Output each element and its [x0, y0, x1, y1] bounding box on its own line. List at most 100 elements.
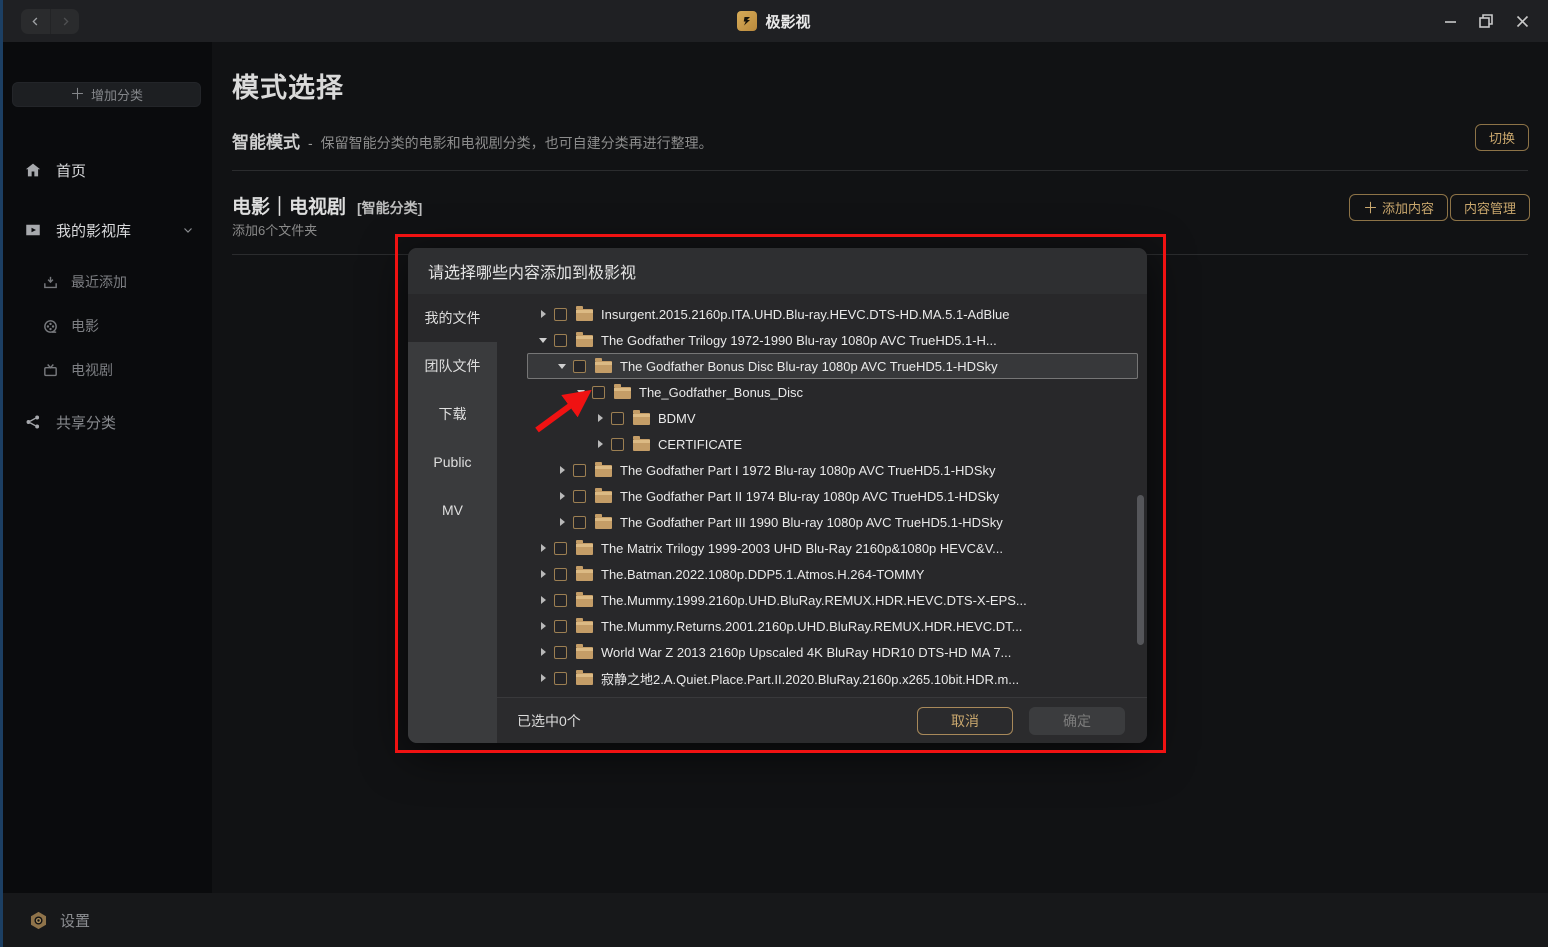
dialog-tab[interactable]: Public [408, 438, 497, 486]
tree-checkbox[interactable] [554, 334, 567, 347]
expand-toggle-icon[interactable] [556, 464, 568, 476]
tree-checkbox[interactable] [554, 620, 567, 633]
dialog-tab[interactable]: MV [408, 486, 497, 534]
plus-icon: ＋ [1363, 197, 1378, 218]
tree-checkbox[interactable] [611, 412, 624, 425]
tree-row[interactable]: World War Z 2013 2160p Upscaled 4K BluRa… [497, 639, 1147, 665]
sidebar-item-label: 电影 [71, 316, 99, 336]
expand-toggle-icon[interactable] [537, 594, 549, 606]
tree-row-label: The Godfather Part I 1972 Blu-ray 1080p … [620, 463, 996, 478]
scrollbar-thumb[interactable] [1137, 495, 1144, 645]
sidebar-item[interactable]: 最近添加 [0, 260, 212, 304]
cancel-button[interactable]: 取消 [917, 707, 1013, 735]
tree-row[interactable]: The Godfather Part II 1974 Blu-ray 1080p… [497, 483, 1147, 509]
folder-icon [595, 491, 612, 503]
switch-mode-button[interactable]: 切换 [1475, 124, 1529, 151]
add-category-button[interactable]: ＋ 增加分类 [12, 82, 201, 107]
selected-count: 已选中0个 [517, 711, 581, 731]
chevron-left-icon [29, 15, 42, 28]
tree-row[interactable]: Insurgent.2015.2160p.ITA.UHD.Blu-ray.HEV… [497, 301, 1147, 327]
folder-icon [595, 517, 612, 529]
expand-toggle-icon[interactable] [537, 542, 549, 554]
close-button[interactable] [1504, 0, 1540, 42]
expand-toggle-icon[interactable] [537, 334, 549, 346]
tree-checkbox[interactable] [592, 386, 605, 399]
sidebar-item[interactable]: 电影 [0, 304, 212, 348]
sidebar-item-icon [24, 161, 42, 179]
folder-icon [576, 673, 593, 685]
tree-row-label: 寂静之地2.A.Quiet.Place.Part.II.2020.BluRay.… [601, 669, 1019, 688]
tree-checkbox[interactable] [573, 490, 586, 503]
folder-icon [633, 413, 650, 425]
minimize-button[interactable] [1432, 0, 1468, 42]
tree-row[interactable]: BDMV [497, 405, 1147, 431]
sidebar-item-icon [24, 413, 42, 431]
tree-row-label: The.Batman.2022.1080p.DDP5.1.Atmos.H.264… [601, 567, 924, 582]
expand-toggle-icon[interactable] [556, 490, 568, 502]
tree-checkbox[interactable] [573, 516, 586, 529]
expand-toggle-icon[interactable] [537, 620, 549, 632]
sidebar-item[interactable]: 首页 [0, 140, 212, 200]
add-content-dialog: 请选择哪些内容添加到极影视 我的文件 团队文件 下载 [408, 248, 1147, 743]
expand-toggle-icon[interactable] [537, 568, 549, 580]
content-manage-button[interactable]: 内容管理 [1450, 194, 1530, 221]
tree-row[interactable]: The Godfather Trilogy 1972-1990 Blu-ray … [497, 327, 1147, 353]
tree-row-label: The_Godfather_Bonus_Disc [639, 385, 803, 400]
restore-button[interactable] [1468, 0, 1504, 42]
forward-button[interactable] [50, 9, 79, 34]
tree-checkbox[interactable] [554, 672, 567, 685]
confirm-button[interactable]: 确定 [1029, 707, 1125, 735]
page-title: 模式选择 [232, 66, 344, 105]
tree-checkbox[interactable] [554, 646, 567, 659]
tree-checkbox[interactable] [611, 438, 624, 451]
tree-row[interactable]: The.Batman.2022.1080p.DDP5.1.Atmos.H.264… [497, 561, 1147, 587]
tree-row[interactable]: The Matrix Trilogy 1999-2003 UHD Blu-Ray… [497, 535, 1147, 561]
chevron-right-icon [59, 15, 72, 28]
sidebar-item[interactable]: 共享分类 [0, 392, 212, 452]
expand-toggle-icon[interactable] [537, 646, 549, 658]
app-window: 极影视 ＋ 增加分类 首页 [0, 0, 1548, 947]
restore-icon [1479, 14, 1493, 28]
settings-button[interactable]: 设置 [28, 893, 90, 947]
tree-row-label: CERTIFICATE [658, 437, 742, 452]
tree-row[interactable]: The Godfather Part III 1990 Blu-ray 1080… [497, 509, 1147, 535]
dialog-tab[interactable]: 我的文件 [408, 294, 497, 342]
tree-checkbox[interactable] [573, 464, 586, 477]
tree-row[interactable]: The.Mummy.Returns.2001.2160p.UHD.BluRay.… [497, 613, 1147, 639]
expand-toggle-icon[interactable] [537, 308, 549, 320]
tree-row[interactable]: CERTIFICATE [497, 431, 1147, 457]
dialog-tab-label: 我的文件 [425, 308, 481, 328]
dialog-title: 请选择哪些内容添加到极影视 [408, 248, 1147, 294]
tree-row[interactable]: The.Mummy.1999.2160p.UHD.BluRay.REMUX.HD… [497, 587, 1147, 613]
tree-checkbox[interactable] [573, 360, 586, 373]
expand-toggle-icon[interactable] [594, 412, 606, 424]
dialog-tab[interactable]: 团队文件 [408, 342, 497, 390]
add-content-button[interactable]: ＋ 添加内容 [1349, 194, 1448, 221]
tree-row-label: The Godfather Trilogy 1972-1990 Blu-ray … [601, 333, 997, 348]
tree-row[interactable]: The Godfather Part I 1972 Blu-ray 1080p … [497, 457, 1147, 483]
expand-toggle-icon[interactable] [537, 672, 549, 684]
tree-row-label: The Godfather Part III 1990 Blu-ray 1080… [620, 515, 1003, 530]
expand-toggle-icon[interactable] [556, 360, 568, 372]
mode-name: 智能模式 [232, 128, 300, 153]
tree-checkbox[interactable] [554, 594, 567, 607]
tree-row[interactable]: 寂静之地2.A.Quiet.Place.Part.II.2020.BluRay.… [497, 665, 1147, 691]
tree-checkbox[interactable] [554, 308, 567, 321]
gear-icon [28, 910, 49, 931]
sidebar-item-icon [42, 362, 59, 379]
dialog-tab[interactable]: 下载 [408, 390, 497, 438]
expand-toggle-icon[interactable] [594, 438, 606, 450]
tree-checkbox[interactable] [554, 568, 567, 581]
tree-checkbox[interactable] [554, 542, 567, 555]
sidebar-item[interactable]: 我的影视库 [0, 200, 212, 260]
back-button[interactable] [21, 9, 50, 34]
mode-dash: - [308, 135, 313, 151]
expand-toggle-icon[interactable] [575, 386, 587, 398]
expand-toggle-icon[interactable] [556, 516, 568, 528]
folder-count-text: 添加6个文件夹 [232, 220, 317, 239]
window-controls [1432, 0, 1540, 42]
sidebar-item[interactable]: 电视剧 [0, 348, 212, 392]
dialog-tab-label: 团队文件 [425, 356, 481, 376]
tree-row[interactable]: The_Godfather_Bonus_Disc [497, 379, 1147, 405]
tree-row[interactable]: The Godfather Bonus Disc Blu-ray 1080p A… [497, 353, 1147, 379]
